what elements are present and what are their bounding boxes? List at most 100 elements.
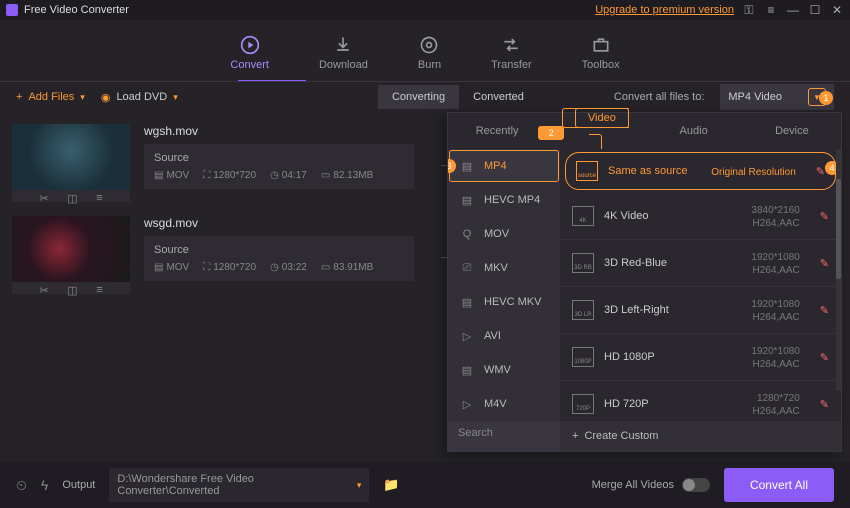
transfer-icon — [501, 35, 521, 55]
preset-icon: 1080P — [572, 347, 594, 367]
cut-icon[interactable]: ✂ — [39, 284, 48, 297]
step-badge-3: 3 — [448, 159, 456, 173]
clock-icon: ◷ — [270, 262, 279, 273]
format-icon: ▤ — [460, 363, 474, 377]
tab-download[interactable]: Download — [319, 35, 368, 71]
thumbnail[interactable]: ✂ ◫ ≡ — [12, 124, 130, 202]
format-select[interactable]: MP4 Video ▼ 1 — [720, 84, 834, 110]
format-item-mp4[interactable]: 3 ▤MP4 — [449, 150, 559, 182]
app-icon — [6, 4, 18, 16]
convert-all-label: Convert all files to: — [614, 91, 704, 103]
folder-icon: ▭ — [321, 170, 330, 181]
panel-tab-audio[interactable]: Audio — [645, 117, 743, 145]
format-icon: ▷ — [460, 397, 474, 411]
add-files-button[interactable]: + Add Files ▾ — [16, 91, 85, 103]
format-icon: ▤ — [460, 295, 474, 309]
thumbnail-image — [12, 216, 130, 282]
edit-icon[interactable]: ✎ — [820, 257, 829, 270]
source-box: Source ▤MOV ⛶1280*720 ◷04:17 ▭82.13MB — [144, 144, 414, 189]
format-dropdown-arrow[interactable]: ▼ 1 — [808, 88, 826, 106]
tab-convert[interactable]: Convert — [230, 35, 269, 71]
format-item[interactable]: QMOV — [448, 217, 560, 251]
converting-segment[interactable]: Converting — [378, 85, 459, 109]
preset-icon: 3D RB — [572, 253, 594, 273]
output-path[interactable]: D:\Wondershare Free Video Converter\Conv… — [109, 468, 369, 502]
source-label: Source — [154, 244, 404, 256]
edit-icon[interactable]: ✎ — [820, 398, 829, 411]
main-tabs: Convert Download Burn Transfer Toolbox — [0, 20, 850, 80]
format-icon: Q — [460, 227, 474, 241]
preset-item[interactable]: 1080P HD 1080P 1920*1080H264,AAC ✎ — [560, 334, 841, 381]
tab-burn[interactable]: Burn — [418, 35, 441, 71]
format-panel: Recently Video 2 Audio Device 3 ▤MP4 ▤HE… — [447, 112, 842, 452]
convert-icon — [240, 35, 260, 55]
preset-item[interactable]: 3D LR 3D Left-Right 1920*1080H264,AAC ✎ — [560, 287, 841, 334]
plus-icon: + — [16, 91, 22, 103]
edit-icon[interactable]: ✎ — [820, 304, 829, 317]
format-item[interactable]: ⎚MKV — [448, 251, 560, 285]
merge-label: Merge All Videos — [592, 479, 674, 491]
bottom-bar: ⏲ ϟ Output D:\Wondershare Free Video Con… — [0, 462, 850, 508]
format-item[interactable]: ▷AVI — [448, 319, 560, 353]
edit-icon[interactable]: ✎ — [816, 165, 825, 178]
format-icon: ▤ — [460, 193, 474, 207]
minimize-icon[interactable]: — — [786, 3, 800, 18]
preset-item[interactable]: 3D RB 3D Red-Blue 1920*1080H264,AAC ✎ — [560, 240, 841, 287]
search-input[interactable]: Search — [448, 421, 560, 451]
preset-item-same-as-source[interactable]: source Same as source Original Resolutio… — [565, 152, 836, 190]
close-icon[interactable]: ✕ — [830, 3, 844, 18]
load-dvd-button[interactable]: ◉ Load DVD ▾ — [101, 91, 178, 104]
preset-icon: 720P — [572, 394, 594, 414]
open-folder-icon[interactable]: 📁 — [383, 477, 399, 493]
scrollbar-thumb[interactable] — [836, 179, 841, 279]
film-icon: ▤ — [154, 262, 163, 273]
maximize-icon[interactable]: ☐ — [808, 3, 822, 18]
chevron-down-icon: ▾ — [357, 480, 362, 491]
preset-list: source Same as source Original Resolutio… — [560, 149, 841, 421]
format-icon: ▤ — [460, 159, 474, 173]
create-custom-button[interactable]: + Create Custom — [560, 421, 841, 451]
preset-icon: 3D LR — [572, 300, 594, 320]
premium-link[interactable]: Upgrade to premium version — [595, 4, 734, 16]
tab-toolbox[interactable]: Toolbox — [582, 35, 620, 71]
file-name: wgsh.mov — [144, 124, 414, 138]
format-icon: ⎚ — [460, 261, 474, 275]
thumbnail-image — [12, 124, 130, 190]
cut-icon[interactable]: ✂ — [39, 192, 48, 205]
menu-icon[interactable]: ≡ — [764, 3, 778, 18]
clock-icon[interactable]: ⏲ — [16, 477, 27, 494]
chevron-down-icon: ▾ — [173, 92, 178, 103]
merge-toggle[interactable] — [682, 478, 710, 492]
key-icon[interactable]: ⚿ — [742, 3, 756, 18]
crop-icon[interactable]: ◫ — [67, 192, 77, 205]
convert-all-button[interactable]: Convert All — [724, 468, 834, 502]
effects-icon[interactable]: ≡ — [96, 192, 102, 204]
toolbar: + Add Files ▾ ◉ Load DVD ▾ Converting Co… — [0, 82, 850, 112]
output-label: Output — [62, 479, 95, 491]
preset-icon: source — [576, 161, 598, 181]
format-item[interactable]: ▤HEVC MKV — [448, 285, 560, 319]
crop-icon[interactable]: ◫ — [67, 284, 77, 297]
clock-icon: ◷ — [270, 170, 279, 181]
format-item[interactable]: ▤HEVC MP4 — [448, 183, 560, 217]
format-item[interactable]: ▤WMV — [448, 353, 560, 387]
preset-item[interactable]: 4K 4K Video 3840*2160H264,AAC ✎ — [560, 193, 841, 240]
preset-item[interactable]: 720P HD 720P 1280*720H264,AAC ✎ — [560, 381, 841, 421]
step-badge-1: 1 — [819, 91, 833, 105]
panel-tab-recently[interactable]: Recently — [448, 117, 546, 145]
thumbnail[interactable]: ✂ ◫ ≡ — [12, 216, 130, 294]
format-item[interactable]: ▷M4V — [448, 387, 560, 421]
preset-icon: 4K — [572, 206, 594, 226]
edit-icon[interactable]: ✎ — [820, 351, 829, 364]
format-list: 3 ▤MP4 ▤HEVC MP4 QMOV ⎚MKV ▤HEVC MKV ▷AV… — [448, 149, 560, 421]
format-icon: ▷ — [460, 329, 474, 343]
bolt-icon[interactable]: ϟ — [41, 477, 48, 493]
edit-icon[interactable]: ✎ — [820, 210, 829, 223]
converted-segment[interactable]: Converted — [459, 85, 538, 109]
burn-icon — [419, 35, 439, 55]
tab-transfer[interactable]: Transfer — [491, 35, 532, 71]
chevron-down-icon: ▾ — [80, 92, 85, 103]
effects-icon[interactable]: ≡ — [96, 284, 102, 296]
source-label: Source — [154, 152, 404, 164]
panel-tab-device[interactable]: Device — [743, 117, 841, 145]
